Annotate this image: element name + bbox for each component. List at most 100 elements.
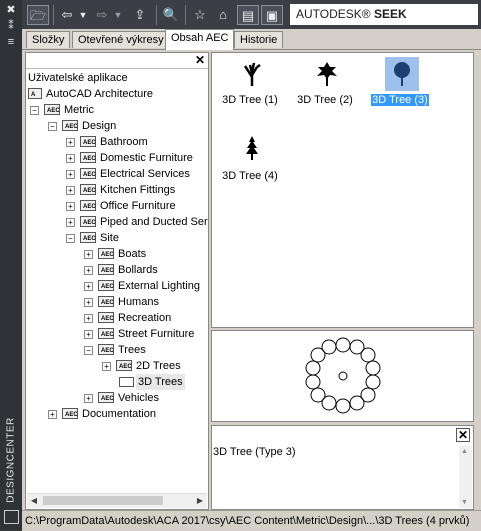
tree-panel-header: ✕ — [26, 53, 208, 69]
expand-icon[interactable]: + — [66, 202, 75, 211]
content-item[interactable]: 3D Tree (2) — [290, 57, 360, 117]
toolbar-separator — [53, 5, 54, 25]
up-button[interactable]: ⇪ — [130, 5, 150, 25]
chevron-down-icon: ▼ — [78, 10, 88, 20]
close-icon[interactable]: ✖ — [5, 4, 17, 16]
content-item-selected[interactable]: 3D Tree (3) — [365, 57, 435, 117]
scroll-left-icon[interactable]: ◀ — [28, 495, 40, 507]
tab-bar: Složky Otevřené výkresy Obsah AEC Histor… — [22, 29, 481, 50]
folder-tree-panel: ✕ Uživatelské aplikace A AutoCAD Architec… — [25, 52, 209, 510]
expand-icon[interactable]: + — [84, 330, 93, 339]
expand-icon[interactable]: + — [66, 138, 75, 147]
aec-folder-icon: AEC — [80, 200, 96, 211]
tab-otevrene-vykresy[interactable]: Otevřené výkresy — [72, 31, 170, 48]
horizontal-scrollbar[interactable]: ◀ ▶ — [27, 493, 207, 508]
chevron-down-icon: ▼ — [113, 10, 123, 20]
collapse-icon[interactable]: − — [48, 122, 57, 131]
expand-icon[interactable]: + — [84, 394, 93, 403]
tab-obsah-aec[interactable]: Obsah AEC — [165, 29, 235, 50]
aca-app-icon: A — [28, 88, 42, 99]
home-icon: ⌂ — [219, 7, 227, 22]
expand-icon[interactable]: + — [66, 218, 75, 227]
designcenter-window: 🗁 ⇦ ▼ ⇨ ▼ ⇪ 🔍 ☆ ⌂ ▤ ▣ AUTODESK® SEEK Slo… — [22, 0, 481, 531]
aec-folder-icon: AEC — [80, 168, 96, 179]
back-icon: ⇦ — [61, 7, 73, 22]
preview-icon: ▣ — [265, 8, 279, 23]
aec-folder-icon: AEC — [80, 152, 96, 163]
content-item[interactable]: 3D Tree (1) — [215, 57, 285, 117]
expand-icon[interactable]: + — [66, 170, 75, 179]
aec-folder-icon: AEC — [98, 296, 114, 307]
search-icon: 🔍 — [162, 7, 180, 22]
description-panel: ✕ 3D Tree (Type 3) ▲ ▼ — [211, 425, 474, 510]
expand-icon[interactable]: + — [84, 282, 93, 291]
close-icon[interactable]: ✕ — [456, 428, 470, 442]
toolbar-separator — [156, 5, 157, 25]
autodesk-seek-search[interactable]: AUTODESK® SEEK — [290, 4, 478, 25]
tree-plan-preview — [305, 337, 381, 414]
aec-folder-icon: AEC — [98, 392, 114, 403]
forward-dropdown[interactable]: ▼ — [113, 5, 123, 25]
preview-panel — [211, 330, 474, 422]
tree-view-toggle[interactable]: ▤ — [237, 5, 259, 25]
home-button[interactable]: ⌂ — [213, 5, 233, 25]
aec-folder-icon: AEC — [98, 248, 114, 259]
tree-toggle-icon: ▤ — [241, 8, 255, 23]
aec-folder-icon: AEC — [80, 232, 96, 243]
back-button[interactable]: ⇦ — [57, 5, 77, 25]
expand-icon[interactable]: + — [48, 410, 57, 419]
description-text: 3D Tree (Type 3) — [213, 446, 296, 458]
status-path: C:\ProgramData\Autodesk\ACA 2017\csy\AEC… — [25, 515, 470, 527]
tab-historie[interactable]: Historie — [234, 31, 284, 48]
folder-open-icon: 🗁 — [29, 8, 47, 23]
content-panel: 3D Tree (1) 3D Tree (2) 3D Tree (3) 3D T… — [211, 52, 474, 328]
favorites-button[interactable]: ☆ — [190, 5, 210, 25]
toolbar: 🗁 ⇦ ▼ ⇨ ▼ ⇪ 🔍 ☆ ⌂ ▤ ▣ AUTODESK® SEEK — [22, 0, 481, 29]
pin-icon[interactable]: ⁑ — [5, 20, 17, 32]
expand-icon[interactable]: + — [84, 298, 93, 307]
content-item[interactable]: 3D Tree (4) — [215, 133, 285, 193]
up-icon: ⇪ — [134, 7, 146, 22]
collapse-icon[interactable]: − — [30, 106, 39, 115]
favorites-icon: ☆ — [194, 7, 206, 22]
status-bar: C:\ProgramData\Autodesk\ACA 2017\csy\AEC… — [22, 510, 481, 531]
tree-icon — [235, 133, 269, 167]
palette-titlebar: ✖ ⁑ ≡ DESIGNCENTER — [0, 0, 22, 530]
load-button[interactable]: 🗁 — [27, 5, 49, 25]
aec-folder-icon: AEC — [80, 216, 96, 227]
palette-title: DESIGNCENTER — [5, 417, 17, 503]
scroll-down-icon[interactable]: ▼ — [461, 499, 468, 506]
back-dropdown[interactable]: ▼ — [78, 5, 88, 25]
aec-folder-icon: AEC — [98, 344, 114, 355]
expand-icon[interactable]: + — [66, 154, 75, 163]
forward-icon: ⇨ — [96, 7, 108, 22]
expand-icon[interactable]: + — [84, 250, 93, 259]
forward-button[interactable]: ⇨ — [92, 5, 112, 25]
aec-folder-icon: AEC — [62, 120, 78, 131]
properties-icon[interactable]: ≡ — [5, 36, 17, 48]
aec-folder-icon: AEC — [98, 264, 114, 275]
aec-folder-icon: AEC — [80, 184, 96, 195]
aec-folder-icon: AEC — [80, 136, 96, 147]
scroll-right-icon[interactable]: ▶ — [194, 495, 206, 507]
tree-icon — [310, 57, 344, 91]
collapse-icon[interactable]: − — [84, 346, 93, 355]
close-icon[interactable]: ✕ — [194, 54, 206, 66]
scrollbar-thumb[interactable] — [43, 496, 163, 505]
scroll-up-icon[interactable]: ▲ — [461, 448, 468, 455]
tab-slozky[interactable]: Složky — [26, 31, 71, 48]
vertical-scrollbar[interactable]: ▲ ▼ — [459, 446, 472, 508]
expand-icon[interactable]: + — [84, 314, 93, 323]
expand-icon[interactable]: + — [84, 266, 93, 275]
preview-toggle[interactable]: ▣ — [261, 5, 283, 25]
aec-folder-icon: AEC — [98, 312, 114, 323]
aec-folder-icon: AEC — [44, 104, 60, 115]
tree-icon — [385, 57, 419, 91]
expand-icon[interactable]: + — [66, 186, 75, 195]
toolbar-separator — [185, 5, 186, 25]
collapse-icon[interactable]: − — [66, 234, 75, 243]
aec-folder-icon: AEC — [98, 280, 114, 291]
expand-icon[interactable]: + — [102, 362, 111, 371]
palette-menu-icon[interactable] — [4, 510, 19, 524]
search-button[interactable]: 🔍 — [161, 5, 181, 25]
